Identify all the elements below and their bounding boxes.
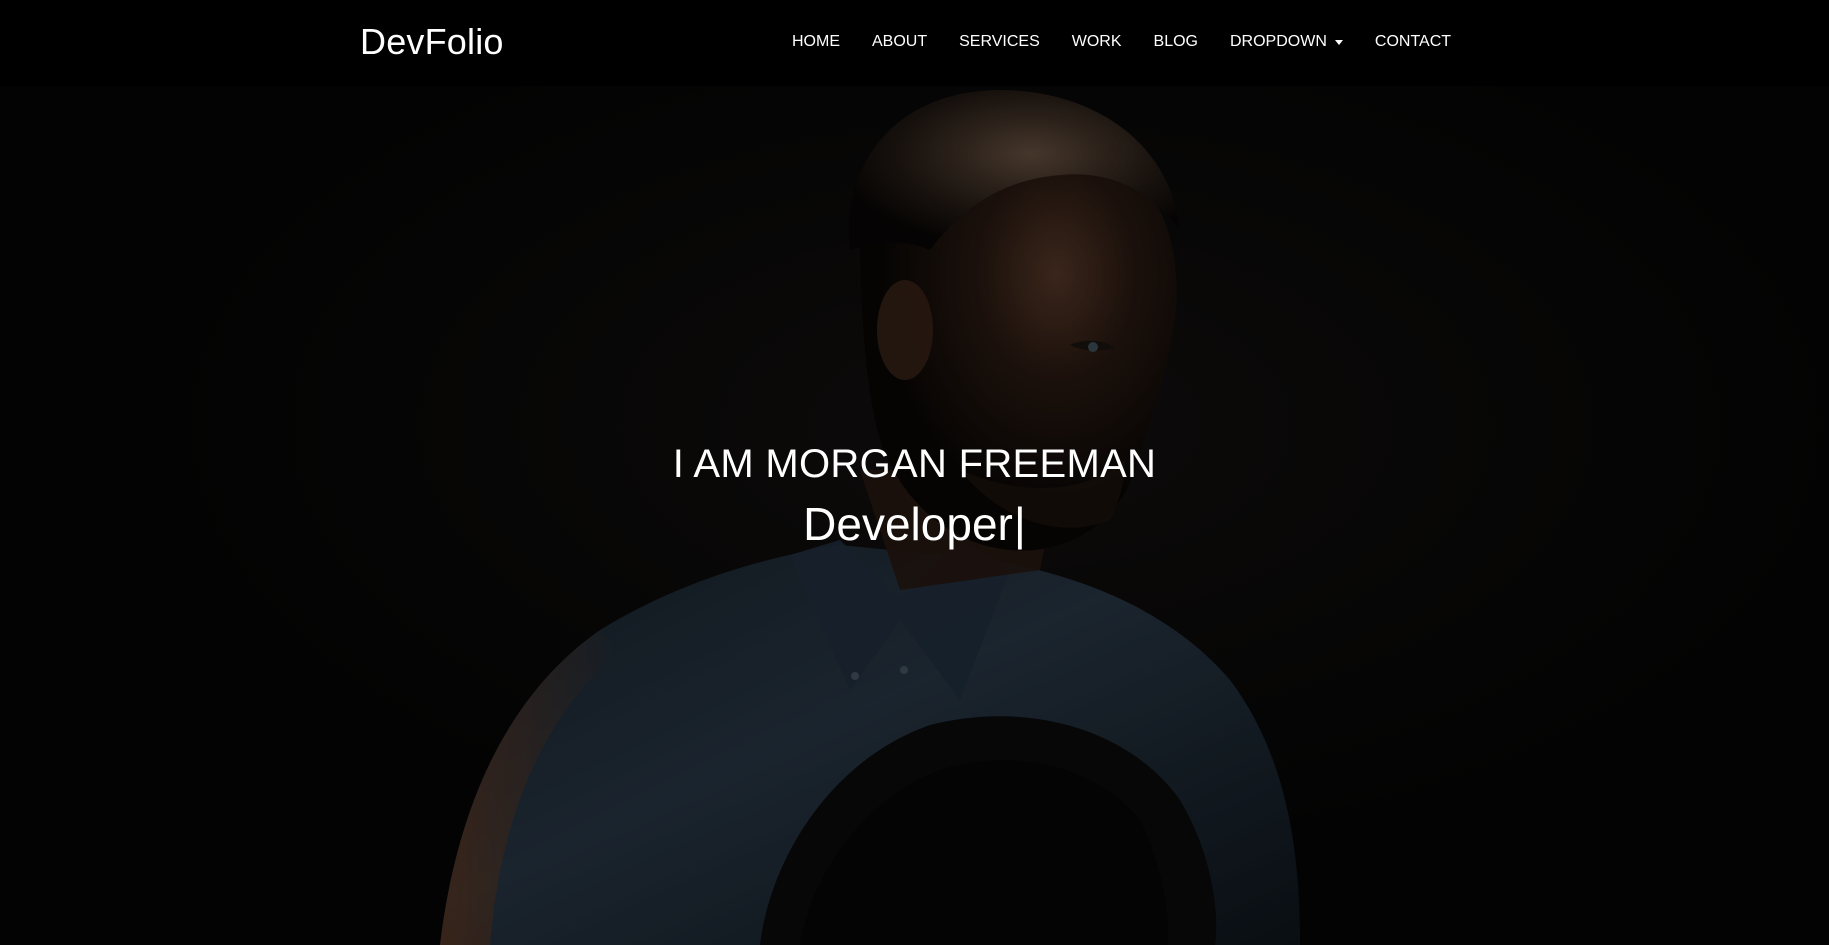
nav-menu: HOME ABOUT SERVICES WORK BLOG DROPDOWN C… [792,30,1451,54]
nav-link-blog[interactable]: BLOG [1154,30,1198,54]
page: DevFolio HOME ABOUT SERVICES WORK BLOG D… [0,0,1829,945]
nav-link-home[interactable]: HOME [792,30,840,54]
caret-down-icon [1334,39,1343,45]
nav-item-dropdown: DROPDOWN [1230,30,1343,54]
hero-typed-subtitle: Developer| [0,496,1829,552]
nav-item-blog: BLOG [1154,30,1198,54]
nav-item-work: WORK [1072,30,1122,54]
typed-text: Developer [803,498,1013,550]
nav-item-services: SERVICES [959,30,1040,54]
nav-dropdown-toggle[interactable]: DROPDOWN [1230,30,1343,54]
typed-cursor: | [1013,498,1026,550]
nav-link-about[interactable]: ABOUT [872,30,927,54]
nav-link-contact[interactable]: CONTACT [1375,30,1451,54]
nav-link-services[interactable]: SERVICES [959,30,1040,54]
navbar: DevFolio HOME ABOUT SERVICES WORK BLOG D… [0,0,1829,86]
nav-link-work[interactable]: WORK [1072,30,1122,54]
nav-item-contact: CONTACT [1375,30,1451,54]
brand-logo[interactable]: DevFolio [360,20,504,64]
nav-item-home: HOME [792,30,840,54]
nav-item-about: ABOUT [872,30,927,54]
hero-title: I AM MORGAN FREEMAN [672,442,1157,486]
nav-dropdown-label: DROPDOWN [1230,33,1327,50]
hero-content: I AM MORGAN FREEMAN Developer| [0,438,1829,552]
